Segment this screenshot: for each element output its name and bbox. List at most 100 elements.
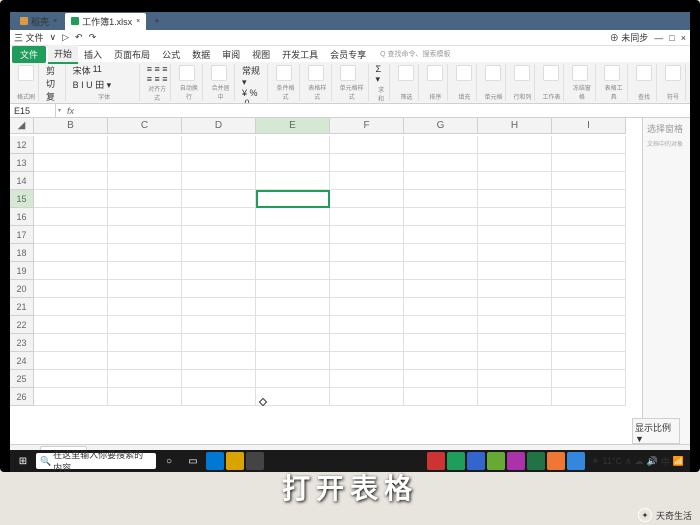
menu-formula[interactable]: 公式: [156, 46, 186, 63]
column-header[interactable]: H: [478, 118, 552, 134]
cell[interactable]: [256, 226, 330, 244]
cell[interactable]: [404, 334, 478, 352]
menu-dev[interactable]: 开发工具: [276, 46, 324, 63]
cell[interactable]: [256, 298, 330, 316]
row-header[interactable]: 21: [10, 298, 34, 316]
cell[interactable]: [182, 190, 256, 208]
row-header[interactable]: 22: [10, 316, 34, 334]
cell[interactable]: [108, 316, 182, 334]
cell[interactable]: [404, 298, 478, 316]
row-header[interactable]: 12: [10, 136, 34, 154]
cell[interactable]: [108, 208, 182, 226]
row-header[interactable]: 17: [10, 226, 34, 244]
cell[interactable]: [330, 370, 404, 388]
cell[interactable]: [330, 154, 404, 172]
cell[interactable]: [256, 190, 330, 208]
cell[interactable]: [256, 154, 330, 172]
cell[interactable]: [404, 190, 478, 208]
cell[interactable]: [552, 334, 626, 352]
cell[interactable]: [404, 316, 478, 334]
row-header[interactable]: 24: [10, 352, 34, 370]
cell[interactable]: [552, 352, 626, 370]
row-header[interactable]: 14: [10, 172, 34, 190]
cell[interactable]: [552, 190, 626, 208]
cell[interactable]: [108, 136, 182, 154]
cell[interactable]: [256, 136, 330, 154]
menu-start[interactable]: 开始: [48, 45, 78, 64]
cell[interactable]: [108, 370, 182, 388]
cell[interactable]: [182, 154, 256, 172]
cell[interactable]: [552, 316, 626, 334]
column-header[interactable]: F: [330, 118, 404, 134]
row-header[interactable]: 23: [10, 334, 34, 352]
command-search[interactable]: Q 查找命令、搜索模板: [380, 49, 450, 59]
cell[interactable]: [330, 334, 404, 352]
row-header[interactable]: 18: [10, 244, 34, 262]
cell[interactable]: [478, 208, 552, 226]
cell[interactable]: [478, 388, 552, 406]
cell[interactable]: [552, 262, 626, 280]
cell[interactable]: [182, 136, 256, 154]
cell[interactable]: [478, 154, 552, 172]
cell[interactable]: [182, 388, 256, 406]
cell[interactable]: [108, 280, 182, 298]
minimize-icon[interactable]: —: [654, 33, 663, 43]
cell[interactable]: [34, 370, 108, 388]
cell[interactable]: [182, 334, 256, 352]
cell[interactable]: [182, 352, 256, 370]
cell[interactable]: [108, 388, 182, 406]
cell[interactable]: [182, 172, 256, 190]
cell[interactable]: [404, 154, 478, 172]
cell[interactable]: [478, 370, 552, 388]
cell[interactable]: [108, 154, 182, 172]
row-header[interactable]: 26: [10, 388, 34, 406]
row-header[interactable]: 19: [10, 262, 34, 280]
cell[interactable]: [404, 244, 478, 262]
cell[interactable]: [256, 262, 330, 280]
tab-shell[interactable]: 稻壳×: [14, 13, 63, 30]
cell[interactable]: [478, 352, 552, 370]
cell[interactable]: [478, 334, 552, 352]
column-header[interactable]: B: [34, 118, 108, 134]
cell[interactable]: [552, 298, 626, 316]
cell[interactable]: [552, 244, 626, 262]
cell[interactable]: [34, 388, 108, 406]
cell[interactable]: [34, 190, 108, 208]
cell[interactable]: [108, 352, 182, 370]
cell[interactable]: [478, 172, 552, 190]
column-header[interactable]: D: [182, 118, 256, 134]
cell[interactable]: [108, 334, 182, 352]
file-button[interactable]: 文件: [12, 46, 46, 63]
row-header[interactable]: 15: [10, 190, 34, 208]
cell[interactable]: [330, 136, 404, 154]
cell[interactable]: [34, 352, 108, 370]
cell[interactable]: [182, 298, 256, 316]
cell[interactable]: [404, 370, 478, 388]
cell[interactable]: [182, 226, 256, 244]
cell[interactable]: [478, 226, 552, 244]
row-header[interactable]: 13: [10, 154, 34, 172]
cell[interactable]: [330, 244, 404, 262]
cell[interactable]: [552, 136, 626, 154]
cell[interactable]: [330, 388, 404, 406]
cell[interactable]: [34, 154, 108, 172]
cell[interactable]: [34, 226, 108, 244]
cell[interactable]: [552, 370, 626, 388]
ref-dropdown-icon[interactable]: ▾: [56, 107, 63, 114]
row-header[interactable]: 16: [10, 208, 34, 226]
cell[interactable]: [552, 154, 626, 172]
menu-layout[interactable]: 页面布局: [108, 46, 156, 63]
row-header[interactable]: 20: [10, 280, 34, 298]
cell[interactable]: [182, 280, 256, 298]
cell[interactable]: [182, 370, 256, 388]
cell[interactable]: [330, 208, 404, 226]
cell[interactable]: [182, 208, 256, 226]
cell[interactable]: [256, 280, 330, 298]
cell[interactable]: [478, 244, 552, 262]
cell[interactable]: [330, 352, 404, 370]
cell[interactable]: [34, 298, 108, 316]
cell[interactable]: [478, 190, 552, 208]
cell[interactable]: [330, 316, 404, 334]
cell[interactable]: [34, 136, 108, 154]
column-header[interactable]: E: [256, 118, 330, 134]
